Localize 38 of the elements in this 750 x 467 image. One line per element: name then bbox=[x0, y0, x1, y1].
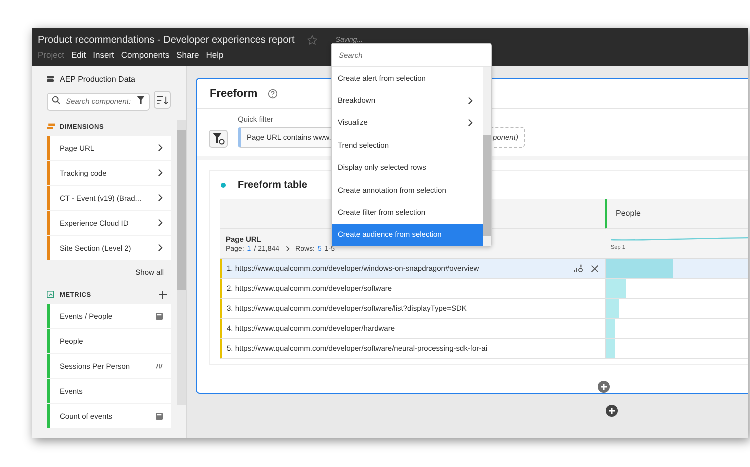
menu-item[interactable]: Components bbox=[121, 50, 170, 60]
shared-metric-icon bbox=[156, 362, 163, 370]
add-icon[interactable] bbox=[598, 381, 610, 393]
scrollbar[interactable] bbox=[483, 67, 491, 246]
status-dot-icon bbox=[221, 182, 226, 188]
filter-icon bbox=[212, 133, 224, 145]
menu-item[interactable]: Insert bbox=[93, 50, 114, 60]
menu-item[interactable]: Help bbox=[206, 50, 224, 60]
sort-button[interactable] bbox=[154, 91, 171, 109]
filter-button[interactable] bbox=[209, 130, 228, 148]
menu-item[interactable]: Share bbox=[176, 50, 200, 60]
table-title: Freeform table bbox=[238, 180, 308, 190]
calculator-icon bbox=[156, 312, 163, 320]
chevron-icon bbox=[158, 244, 163, 252]
data-view-name: AEP Production Data bbox=[60, 74, 136, 84]
close-icon[interactable] bbox=[591, 264, 599, 272]
calculator-icon bbox=[156, 412, 163, 420]
database-icon bbox=[47, 76, 54, 82]
menu-item[interactable]: Edit bbox=[71, 50, 86, 60]
breakdown-icon[interactable] bbox=[574, 264, 583, 273]
search-icon bbox=[52, 96, 61, 104]
metrics-icon bbox=[47, 291, 55, 299]
star-icon[interactable] bbox=[306, 34, 318, 46]
panel-title: Freeform bbox=[210, 88, 258, 100]
filter-icon[interactable] bbox=[137, 96, 145, 104]
chevron-icon bbox=[158, 194, 163, 202]
add-icon[interactable] bbox=[606, 405, 618, 417]
help-icon[interactable] bbox=[268, 88, 278, 98]
chevron-icon bbox=[158, 169, 163, 177]
scrollbar[interactable] bbox=[177, 120, 186, 405]
column-header[interactable]: People bbox=[605, 199, 748, 229]
chevron-icon bbox=[158, 219, 163, 227]
next-page-icon[interactable] bbox=[286, 246, 290, 252]
dimensions-icon bbox=[47, 123, 55, 131]
sort-icon bbox=[157, 96, 168, 104]
report-title: Product recommendations - Developer experiences report bbox=[38, 34, 295, 46]
chevron-icon bbox=[158, 144, 163, 152]
add-icon[interactable] bbox=[159, 291, 167, 299]
